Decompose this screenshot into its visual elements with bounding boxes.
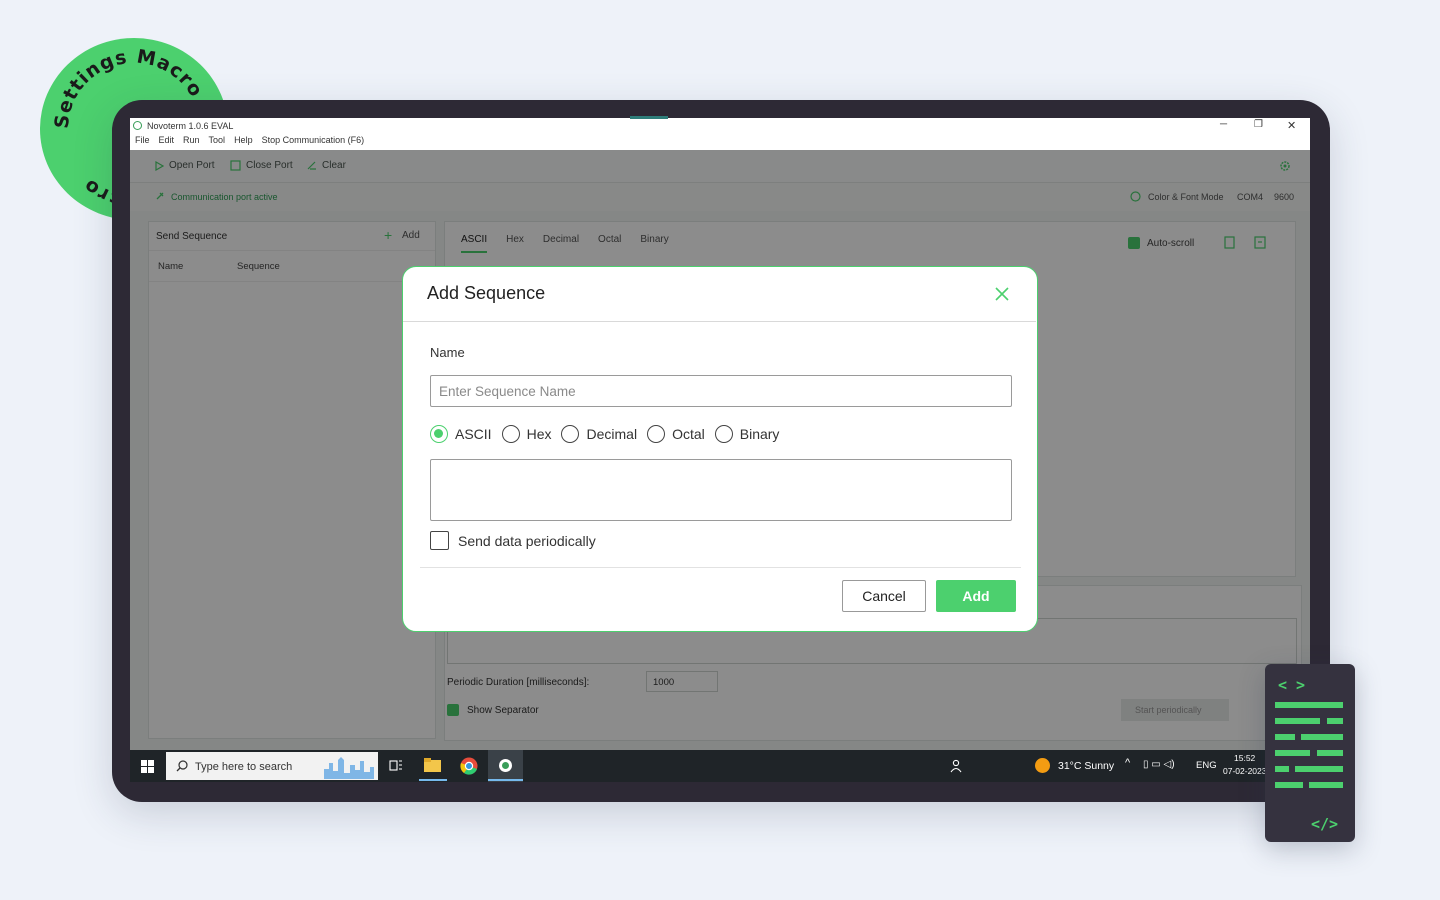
file-explorer-icon[interactable] (424, 758, 441, 772)
language-indicator[interactable]: ENG (1196, 760, 1217, 771)
restore-icon[interactable]: ❐ (1254, 119, 1263, 130)
city-skyline-icon (324, 757, 374, 779)
send-periodically-option[interactable]: Send data periodically (430, 531, 596, 550)
cancel-button[interactable]: Cancel (842, 580, 926, 612)
weather-sun-icon (1035, 758, 1050, 773)
search-icon (176, 760, 188, 772)
sequence-name-input[interactable] (430, 375, 1012, 407)
radio-binary[interactable]: Binary (714, 425, 779, 443)
radio-hex[interactable]: Hex (501, 425, 551, 443)
taskbar-search[interactable]: Type here to search (166, 752, 378, 780)
code-close-tag: </> (1311, 815, 1339, 833)
weather-text[interactable]: 31°C Sunny (1058, 760, 1114, 772)
taskbar-search-placeholder: Type here to search (195, 761, 293, 773)
close-icon[interactable] (991, 283, 1013, 305)
radio-decimal[interactable]: Decimal (561, 425, 637, 443)
clock-time[interactable]: 15:52 (1234, 753, 1255, 763)
window-titlebar: Novoterm 1.0.6 EVAL ─ ❐ ✕ (130, 118, 1310, 134)
format-radio-group: ASCII Hex Decimal Octal Binary (430, 425, 789, 443)
menu-bar: File Edit Run Tool Help Stop Communicati… (130, 135, 364, 149)
radio-octal[interactable]: Octal (647, 425, 705, 443)
menu-stop-communication[interactable]: Stop Communication (F6) (262, 135, 365, 149)
send-periodically-label: Send data periodically (458, 532, 596, 549)
menu-file[interactable]: File (135, 135, 150, 149)
sequence-data-textarea[interactable] (430, 459, 1012, 521)
chrome-icon[interactable] (460, 757, 478, 775)
app-icon (133, 121, 142, 130)
menu-help[interactable]: Help (234, 135, 253, 149)
add-sequence-dialog: Add Sequence Name ASCII Hex Decimal Octa… (402, 266, 1038, 632)
windows-start-icon[interactable] (141, 760, 154, 773)
name-label: Name (430, 345, 465, 360)
add-button[interactable]: Add (936, 580, 1016, 612)
windows-taskbar: Type here to search 31°C Sunny ^ ▯ ▭ ◁) … (130, 750, 1310, 782)
novoterm-icon (499, 759, 512, 772)
camera-notch (630, 116, 668, 119)
clock-date[interactable]: 07-02-2023 (1223, 766, 1266, 776)
tray-icons[interactable]: ▯ ▭ ◁) (1143, 759, 1175, 770)
people-icon[interactable] (950, 759, 964, 773)
radio-ascii[interactable]: ASCII (430, 425, 492, 443)
code-open-tag: < > (1278, 676, 1306, 694)
send-periodically-checkbox[interactable] (430, 531, 449, 550)
menu-run[interactable]: Run (183, 135, 200, 149)
chevron-up-icon[interactable]: ^ (1125, 757, 1130, 769)
window-title: Novoterm 1.0.6 EVAL (147, 121, 234, 131)
menu-tool[interactable]: Tool (209, 135, 226, 149)
close-window-icon[interactable]: ✕ (1287, 119, 1296, 132)
task-view-icon[interactable] (389, 759, 403, 772)
dialog-title: Add Sequence (427, 283, 546, 303)
novoterm-taskbar-button[interactable] (488, 750, 523, 782)
menu-edit[interactable]: Edit (159, 135, 175, 149)
code-card-illustration: < > </> (1265, 664, 1355, 842)
minimize-icon[interactable]: ─ (1220, 119, 1227, 130)
